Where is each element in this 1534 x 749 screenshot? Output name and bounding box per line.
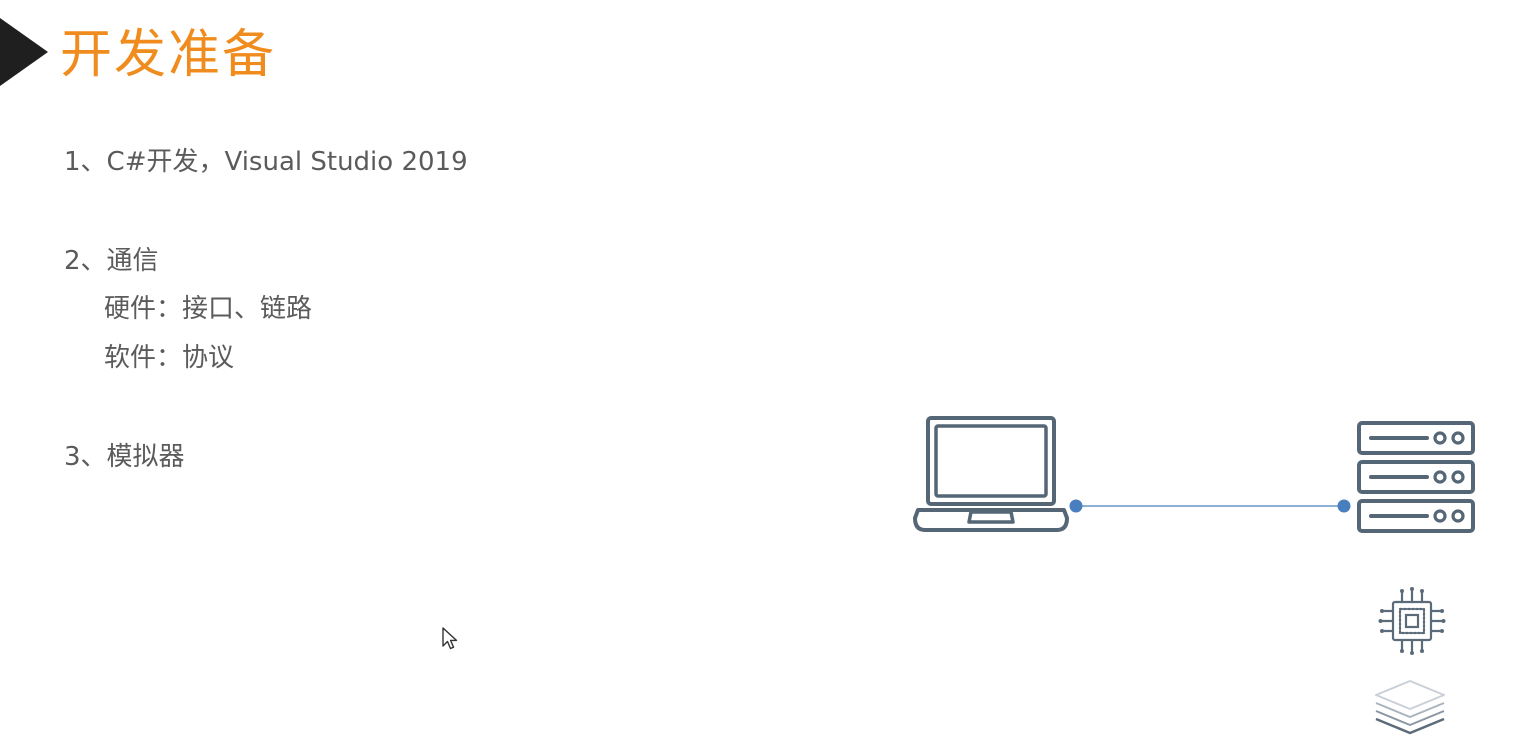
- item-hardware: 硬件：接口、链路: [104, 294, 313, 324]
- chip-icon: [1378, 587, 1446, 655]
- connection-line: [1069, 499, 1351, 513]
- item-communication: 2、通信: [64, 246, 159, 276]
- title-arrow-icon: [0, 18, 48, 86]
- item-dev-env: 1、C#开发，Visual Studio 2019: [64, 147, 468, 177]
- slide-title: 开发准备: [60, 25, 277, 85]
- slide: 开发准备 1、C#开发，Visual Studio 2019 2、通信 硬件：接…: [0, 0, 1534, 749]
- server-icon: [1357, 421, 1475, 533]
- item-simulator: 3、模拟器: [64, 442, 185, 472]
- link-dot-right: [1337, 499, 1351, 513]
- laptop-icon: [913, 416, 1069, 532]
- link-dot-left: [1069, 499, 1083, 513]
- mouse-cursor-icon: [442, 627, 458, 650]
- item-software: 软件：协议: [104, 343, 235, 373]
- layers-icon: [1375, 680, 1445, 735]
